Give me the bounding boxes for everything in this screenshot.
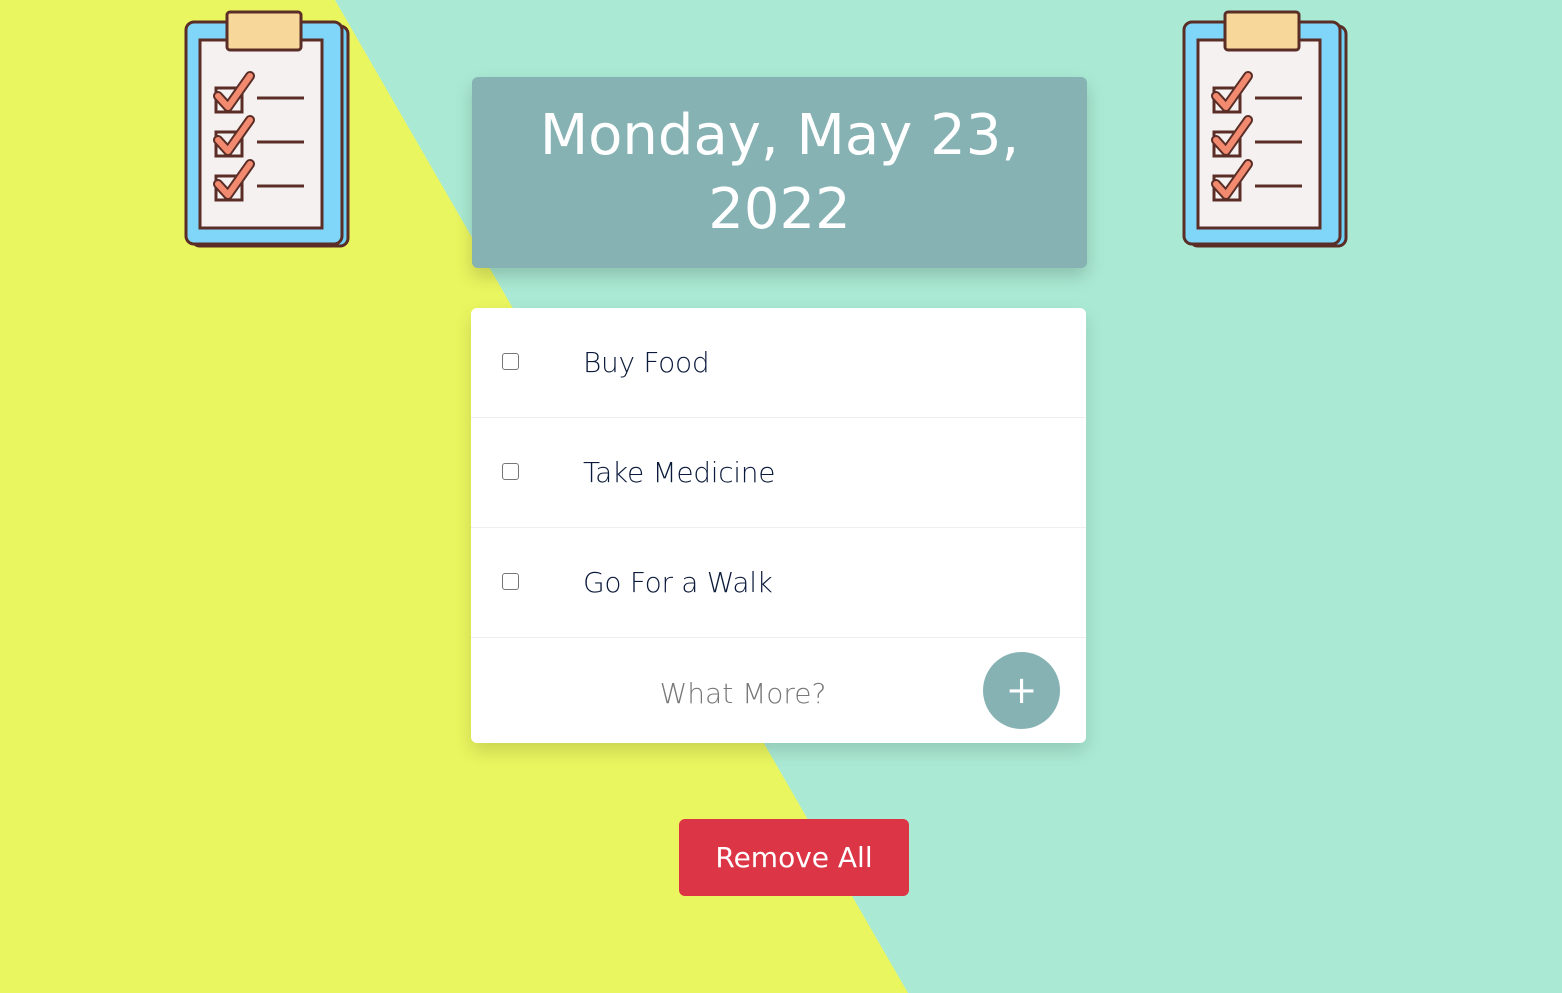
new-todo-input[interactable]: [581, 660, 905, 726]
todo-label: Take Medicine: [583, 456, 776, 489]
todo-checkbox[interactable]: [502, 573, 519, 590]
todo-list-card: Buy Food Take Medicine Go For a Walk +: [471, 308, 1086, 743]
add-todo-button[interactable]: +: [983, 652, 1060, 729]
todo-checkbox[interactable]: [502, 353, 519, 370]
todo-checkbox[interactable]: [502, 463, 519, 480]
add-todo-row: +: [471, 638, 1086, 743]
todo-label: Go For a Walk: [583, 566, 773, 599]
remove-all-button[interactable]: Remove All: [679, 819, 909, 896]
date-title: Monday, May 23, 2022: [539, 102, 1020, 242]
todo-label: Buy Food: [583, 346, 710, 379]
todo-item: Go For a Walk: [471, 528, 1086, 638]
date-header: Monday, May 23, 2022: [472, 77, 1087, 268]
clipboard-checklist-icon: [1182, 10, 1348, 248]
todo-item: Buy Food: [471, 308, 1086, 418]
todo-item: Take Medicine: [471, 418, 1086, 528]
clipboard-checklist-icon: [184, 10, 350, 248]
